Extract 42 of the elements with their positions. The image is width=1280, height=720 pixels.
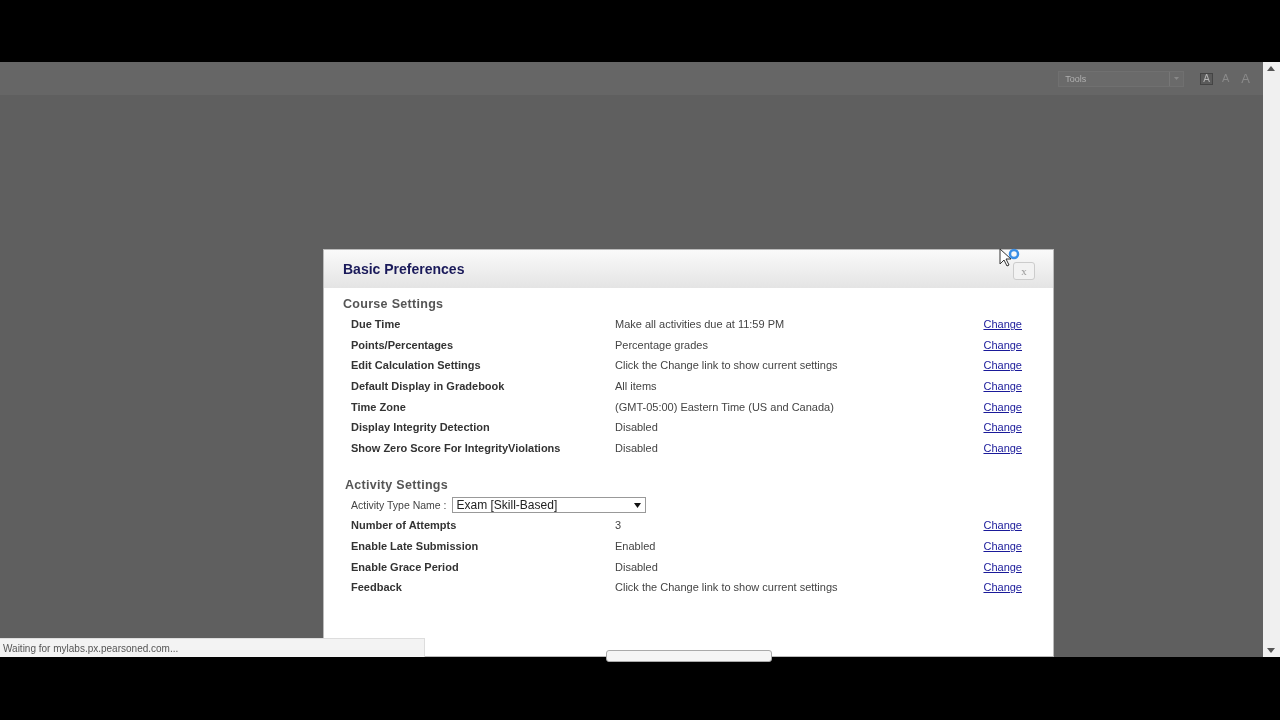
setting-value: 3 xyxy=(615,519,623,532)
change-link[interactable]: Change xyxy=(983,359,1022,372)
dialog-title: Basic Preferences xyxy=(343,261,465,277)
change-link[interactable]: Change xyxy=(983,441,1022,454)
section-heading: Course Settings xyxy=(343,297,445,311)
setting-name: Due Time xyxy=(351,318,402,331)
setting-name: Enable Late Submission xyxy=(351,540,480,553)
setting-name: Show Zero Score For IntegrityViolations xyxy=(351,441,562,454)
setting-value: Enabled xyxy=(615,540,657,553)
change-link[interactable]: Change xyxy=(983,421,1022,434)
setting-value: Percentage grades xyxy=(615,338,709,351)
change-link[interactable]: Change xyxy=(983,318,1022,331)
change-link[interactable]: Change xyxy=(983,519,1022,532)
setting-value: Disabled xyxy=(615,560,659,573)
setting-name: Edit Calculation Settings xyxy=(351,359,482,372)
setting-name: Time Zone xyxy=(351,400,407,413)
caret-icon xyxy=(633,502,641,508)
setting-name: Display Integrity Detection xyxy=(351,421,491,434)
section-heading: Activity Settings xyxy=(345,478,450,493)
setting-value: All items xyxy=(615,380,658,393)
change-link[interactable]: Change xyxy=(983,540,1022,553)
scroll-up-arrow-icon[interactable] xyxy=(1267,66,1275,71)
status-bar: Waiting for mylabs.px.pearsoned.com... xyxy=(0,638,425,657)
change-link[interactable]: Change xyxy=(983,400,1022,413)
setting-value: (GMT-05:00) Eastern Time (US and Canada) xyxy=(615,400,835,413)
activity-type-select[interactable]: Exam [Skill-Based] xyxy=(451,497,646,514)
setting-name: Default Display in Gradebook xyxy=(351,380,506,393)
setting-value: Disabled xyxy=(615,441,659,454)
setting-value: Click the Change link to show current settings xyxy=(615,581,839,594)
setting-name: Points/Percentages xyxy=(351,338,455,351)
change-link[interactable]: Change xyxy=(983,560,1022,573)
setting-name: Enable Grace Period xyxy=(351,560,460,573)
change-link[interactable]: Change xyxy=(983,581,1022,594)
setting-name: Number of Attempts xyxy=(351,519,458,532)
scroll-down-arrow-icon[interactable] xyxy=(1267,648,1275,653)
field-label: Activity Type Name : xyxy=(351,499,447,512)
change-link[interactable]: Change xyxy=(983,338,1022,351)
setting-value: Make all activities due at 11:59 PM xyxy=(615,318,786,331)
change-link[interactable]: Change xyxy=(983,380,1022,393)
setting-name: Feedback xyxy=(351,581,403,594)
setting-value: Click the Change link to show current settings xyxy=(615,359,839,372)
setting-value: Disabled xyxy=(615,421,659,434)
